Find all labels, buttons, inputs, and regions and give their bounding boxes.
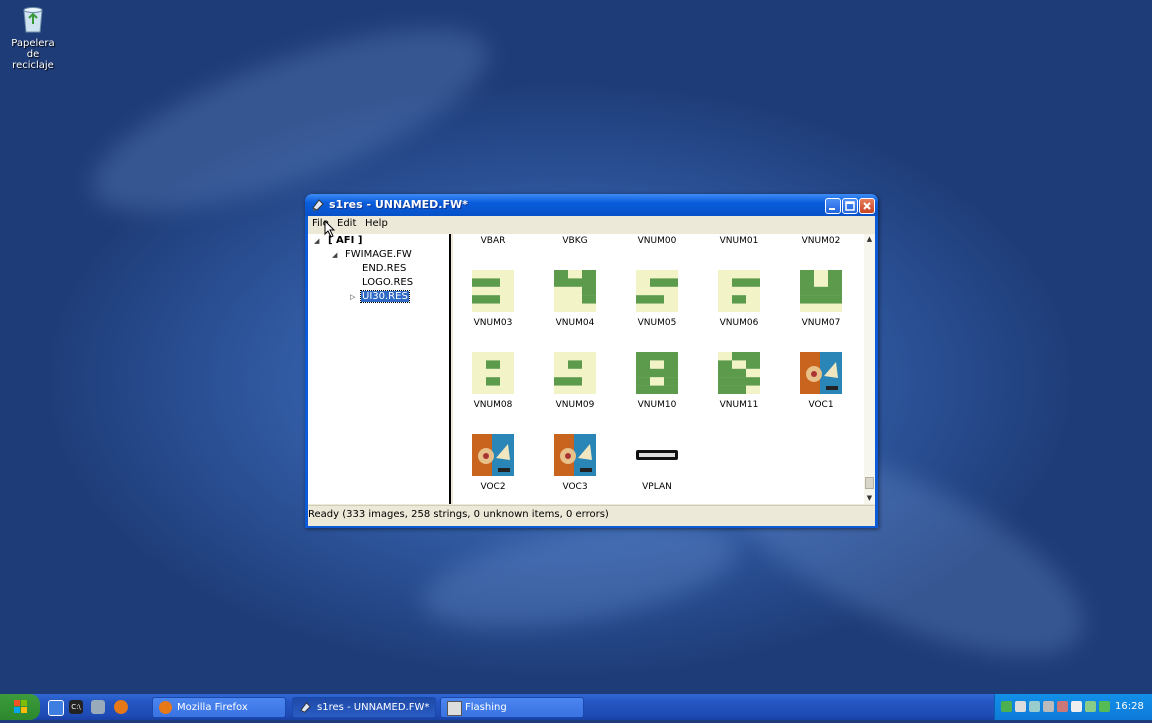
voc3-thumbnail-icon[interactable] xyxy=(554,434,596,476)
app-icon xyxy=(299,701,312,714)
vbkg-label: VBKG xyxy=(562,236,588,246)
expanded-arrow-icon[interactable]: ◢ xyxy=(314,237,319,245)
maximize-icon xyxy=(845,201,855,211)
tray-network-icon[interactable] xyxy=(1001,701,1012,712)
tree-node-logo[interactable]: LOGO.RES xyxy=(362,277,413,288)
taskbar: C:\ Mozilla Firefox s1res - UNNAMED.FW* … xyxy=(0,694,1152,720)
voc2-label: VOC2 xyxy=(480,482,506,492)
status-text: Ready (333 images, 258 strings, 0 unknow… xyxy=(308,509,609,520)
app-icon xyxy=(311,198,325,212)
tray-clock: 16:28 xyxy=(1115,701,1144,712)
system-tray: 16:28 xyxy=(994,694,1152,720)
task-flashing-label: Flashing xyxy=(465,702,507,713)
vnum11-thumbnail-icon[interactable] xyxy=(718,352,761,395)
vnum04-thumbnail-icon[interactable] xyxy=(554,270,597,313)
task-s1res[interactable]: s1res - UNNAMED.FW* xyxy=(292,697,436,718)
vnum05-label: VNUM05 xyxy=(637,318,677,328)
menu-edit[interactable]: Edit xyxy=(337,218,356,229)
vnum03-thumbnail-icon[interactable] xyxy=(472,270,515,313)
vnum00-label: VNUM00 xyxy=(637,236,677,246)
resource-tree[interactable]: ◢ [ AFI ] ◢ FWIMAGE.FW END.RES LOGO.RES … xyxy=(308,234,451,504)
app-window: s1res - UNNAMED.FW* File Edit Help ◢ [ A… xyxy=(305,194,878,528)
quicklaunch-tool-icon[interactable] xyxy=(91,700,105,714)
vnum07-thumbnail-icon[interactable] xyxy=(800,270,843,313)
windows-logo-icon xyxy=(14,700,27,713)
vnum01-label: VNUM01 xyxy=(719,236,759,246)
close-button[interactable] xyxy=(859,198,875,214)
window-icon xyxy=(447,701,462,716)
tree-node-fwimage[interactable]: FWIMAGE.FW xyxy=(345,249,412,260)
scroll-up-icon[interactable]: ▲ xyxy=(864,234,875,245)
vnum11-label: VNUM11 xyxy=(719,400,759,410)
recycle-bin-icon xyxy=(19,4,47,34)
task-firefox-label: Mozilla Firefox xyxy=(177,702,248,713)
maximize-button[interactable] xyxy=(842,198,858,214)
menu-bar: File Edit Help xyxy=(308,216,875,233)
vnum08-thumbnail-icon[interactable] xyxy=(472,352,515,395)
window-client: File Edit Help ◢ [ AFI ] ◢ FWIMAGE.FW EN… xyxy=(308,216,875,526)
tray-usb-icon[interactable] xyxy=(1085,701,1096,712)
scroll-down-icon[interactable]: ▼ xyxy=(864,493,875,504)
recycle-bin-desktop-icon[interactable]: Papelera de reciclaje xyxy=(4,4,62,71)
vnum09-label: VNUM09 xyxy=(555,400,595,410)
vbar-label: VBAR xyxy=(480,236,506,246)
expanded-arrow-icon[interactable]: ◢ xyxy=(332,251,337,259)
firefox-icon xyxy=(159,701,172,714)
task-s1res-label: s1res - UNNAMED.FW* xyxy=(317,702,430,713)
tree-node-end[interactable]: END.RES xyxy=(362,263,406,274)
window-title: s1res - UNNAMED.FW* xyxy=(329,198,468,211)
close-icon xyxy=(863,202,871,210)
quicklaunch-ie-icon[interactable] xyxy=(48,700,64,716)
quicklaunch-cmd-icon[interactable]: C:\ xyxy=(69,700,83,714)
task-firefox[interactable]: Mozilla Firefox xyxy=(152,697,286,718)
tray-tool-icon[interactable] xyxy=(1057,701,1068,712)
voc1-thumbnail-icon[interactable] xyxy=(800,352,842,394)
vplan-thumbnail-icon[interactable] xyxy=(636,434,678,476)
tree-node-ui30-selected[interactable]: UI30.RES xyxy=(360,290,410,303)
recycle-bin-label-1: Papelera de xyxy=(11,38,55,60)
voc3-label: VOC3 xyxy=(562,482,588,492)
vnum04-label: VNUM04 xyxy=(555,318,595,328)
minimize-button[interactable] xyxy=(825,198,841,214)
vnum02-label: VNUM02 xyxy=(801,236,841,246)
vnum06-thumbnail-icon[interactable] xyxy=(718,270,761,313)
vertical-scrollbar[interactable]: ▲ ▼ xyxy=(864,234,875,504)
voc1-label: VOC1 xyxy=(808,400,834,410)
vnum10-thumbnail-icon[interactable] xyxy=(636,352,679,395)
tray-device-icon[interactable] xyxy=(1015,701,1026,712)
vnum08-label: VNUM08 xyxy=(473,400,513,410)
recycle-bin-label-2: reciclaje xyxy=(12,60,54,71)
menu-help[interactable]: Help xyxy=(365,218,388,229)
title-bar[interactable]: s1res - UNNAMED.FW* xyxy=(305,194,878,216)
tray-connection-icon[interactable] xyxy=(1043,701,1054,712)
vnum07-label: VNUM07 xyxy=(801,318,841,328)
minimize-icon xyxy=(829,208,835,210)
vnum10-label: VNUM10 xyxy=(637,400,677,410)
tray-security-icon[interactable] xyxy=(1099,701,1110,712)
collapsed-arrow-icon[interactable]: ▷ xyxy=(350,293,355,301)
vnum06-label: VNUM06 xyxy=(719,318,759,328)
status-bar: Ready (333 images, 258 strings, 0 unknow… xyxy=(308,505,875,526)
scroll-thumb[interactable] xyxy=(865,477,874,489)
vplan-label: VPLAN xyxy=(642,482,672,492)
vnum03-label: VNUM03 xyxy=(473,318,513,328)
tray-display-icon[interactable] xyxy=(1029,701,1040,712)
image-grid[interactable]: VBAR VBKG VNUM00 VNUM01 VNUM02 VNUM03 VNUM04 VN… xyxy=(453,234,864,504)
voc2-thumbnail-icon[interactable] xyxy=(472,434,514,476)
quicklaunch-firefox-icon[interactable] xyxy=(114,700,128,714)
vnum09-thumbnail-icon[interactable] xyxy=(554,352,597,395)
mouse-cursor-icon xyxy=(324,220,336,238)
vnum05-thumbnail-icon[interactable] xyxy=(636,270,679,313)
task-flashing[interactable]: Flashing xyxy=(440,697,584,718)
tray-volume-icon[interactable] xyxy=(1071,701,1082,712)
start-button[interactable] xyxy=(0,694,40,720)
